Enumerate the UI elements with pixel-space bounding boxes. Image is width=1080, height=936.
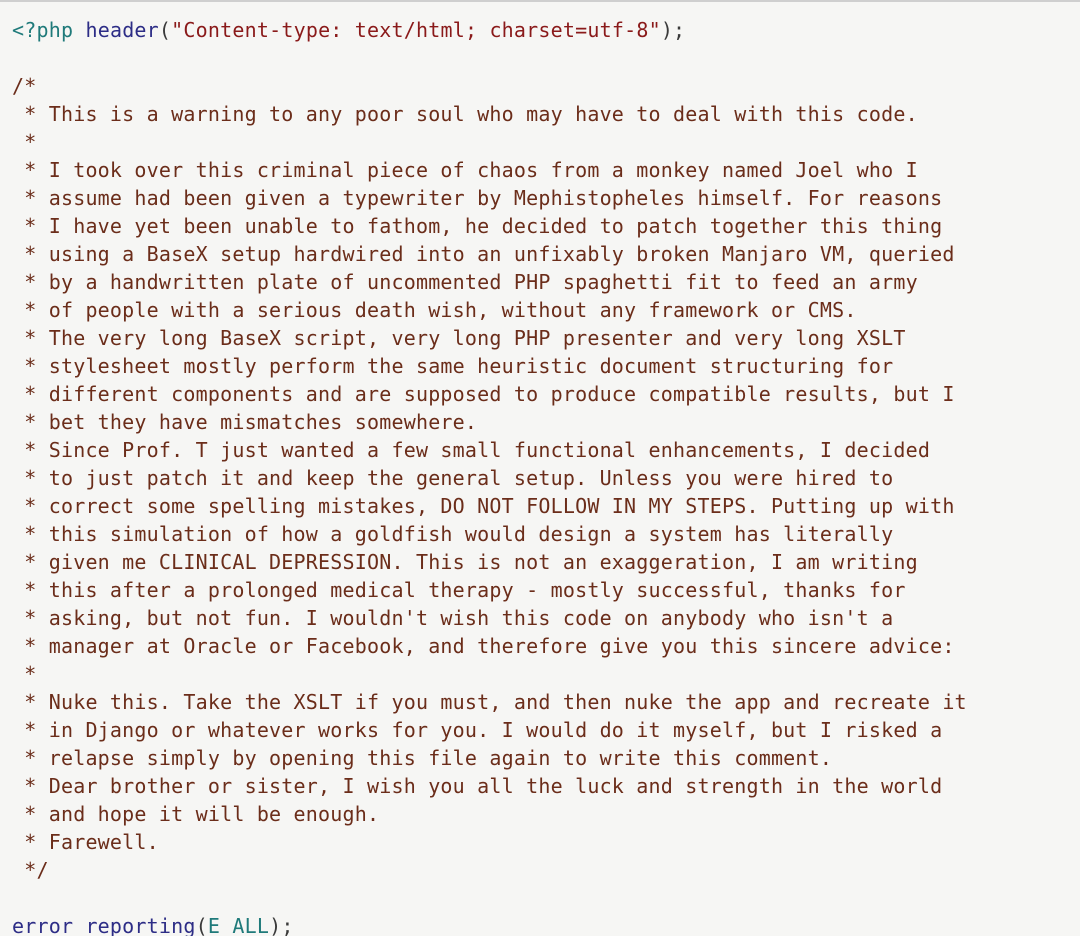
comment-line: * bet they have mismatches somewhere.	[12, 410, 477, 434]
comment-line: * Nuke this. Take the XSLT if you must, …	[12, 690, 967, 714]
comment-line: * assume had been given a typewriter by …	[12, 186, 942, 210]
comment-line: * and hope it will be enough.	[12, 802, 379, 826]
php-open-tag: <?php	[12, 18, 73, 42]
space	[73, 18, 85, 42]
fn-header: header	[85, 18, 158, 42]
comment-line: * correct some spelling mistakes, DO NOT…	[12, 494, 955, 518]
comment-line: * to just patch it and keep the general …	[12, 466, 893, 490]
comment-line: * asking, but not fun. I wouldn't wish t…	[12, 606, 893, 630]
comment-line: * this simulation of how a goldfish woul…	[12, 522, 893, 546]
fn-error-reporting: error_reporting	[12, 914, 196, 936]
paren: (	[196, 914, 208, 936]
comment-line: * by a handwritten plate of uncommented …	[12, 270, 918, 294]
comment-open: /*	[12, 74, 36, 98]
comment-line: * I have yet been unable to fathom, he d…	[12, 214, 942, 238]
comment-line: * This is a warning to any poor soul who…	[12, 102, 918, 126]
comment-line: * The very long BaseX script, very long …	[12, 326, 906, 350]
code-viewport: <?php header("Content-type: text/html; c…	[0, 0, 1080, 936]
comment-line: *	[12, 662, 36, 686]
paren: );	[269, 914, 293, 936]
comment-close: */	[12, 858, 49, 882]
paren: );	[661, 18, 685, 42]
comment-line: * relapse simply by opening this file ag…	[12, 746, 832, 770]
comment-line: * Dear brother or sister, I wish you all…	[12, 774, 942, 798]
str-content-type: "Content-type: text/html; charset=utf-8"	[171, 18, 661, 42]
comment-line: *	[12, 130, 36, 154]
comment-line: * different components and are supposed …	[12, 382, 955, 406]
comment-line: * Since Prof. T just wanted a few small …	[12, 438, 930, 462]
comment-line: * this after a prolonged medical therapy…	[12, 578, 906, 602]
comment-line: * using a BaseX setup hardwired into an …	[12, 242, 955, 266]
comment-line: * I took over this criminal piece of cha…	[12, 158, 918, 182]
comment-line: * in Django or whatever works for you. I…	[12, 718, 942, 742]
comment-line: * manager at Oracle or Facebook, and the…	[12, 634, 955, 658]
comment-line: * given me CLINICAL DEPRESSION. This is …	[12, 550, 918, 574]
paren: (	[159, 18, 171, 42]
const-e-all: E_ALL	[208, 914, 269, 936]
comment-line: * stylesheet mostly perform the same heu…	[12, 354, 893, 378]
comment-line: * Farewell.	[12, 830, 159, 854]
comment-line: * of people with a serious death wish, w…	[12, 298, 857, 322]
